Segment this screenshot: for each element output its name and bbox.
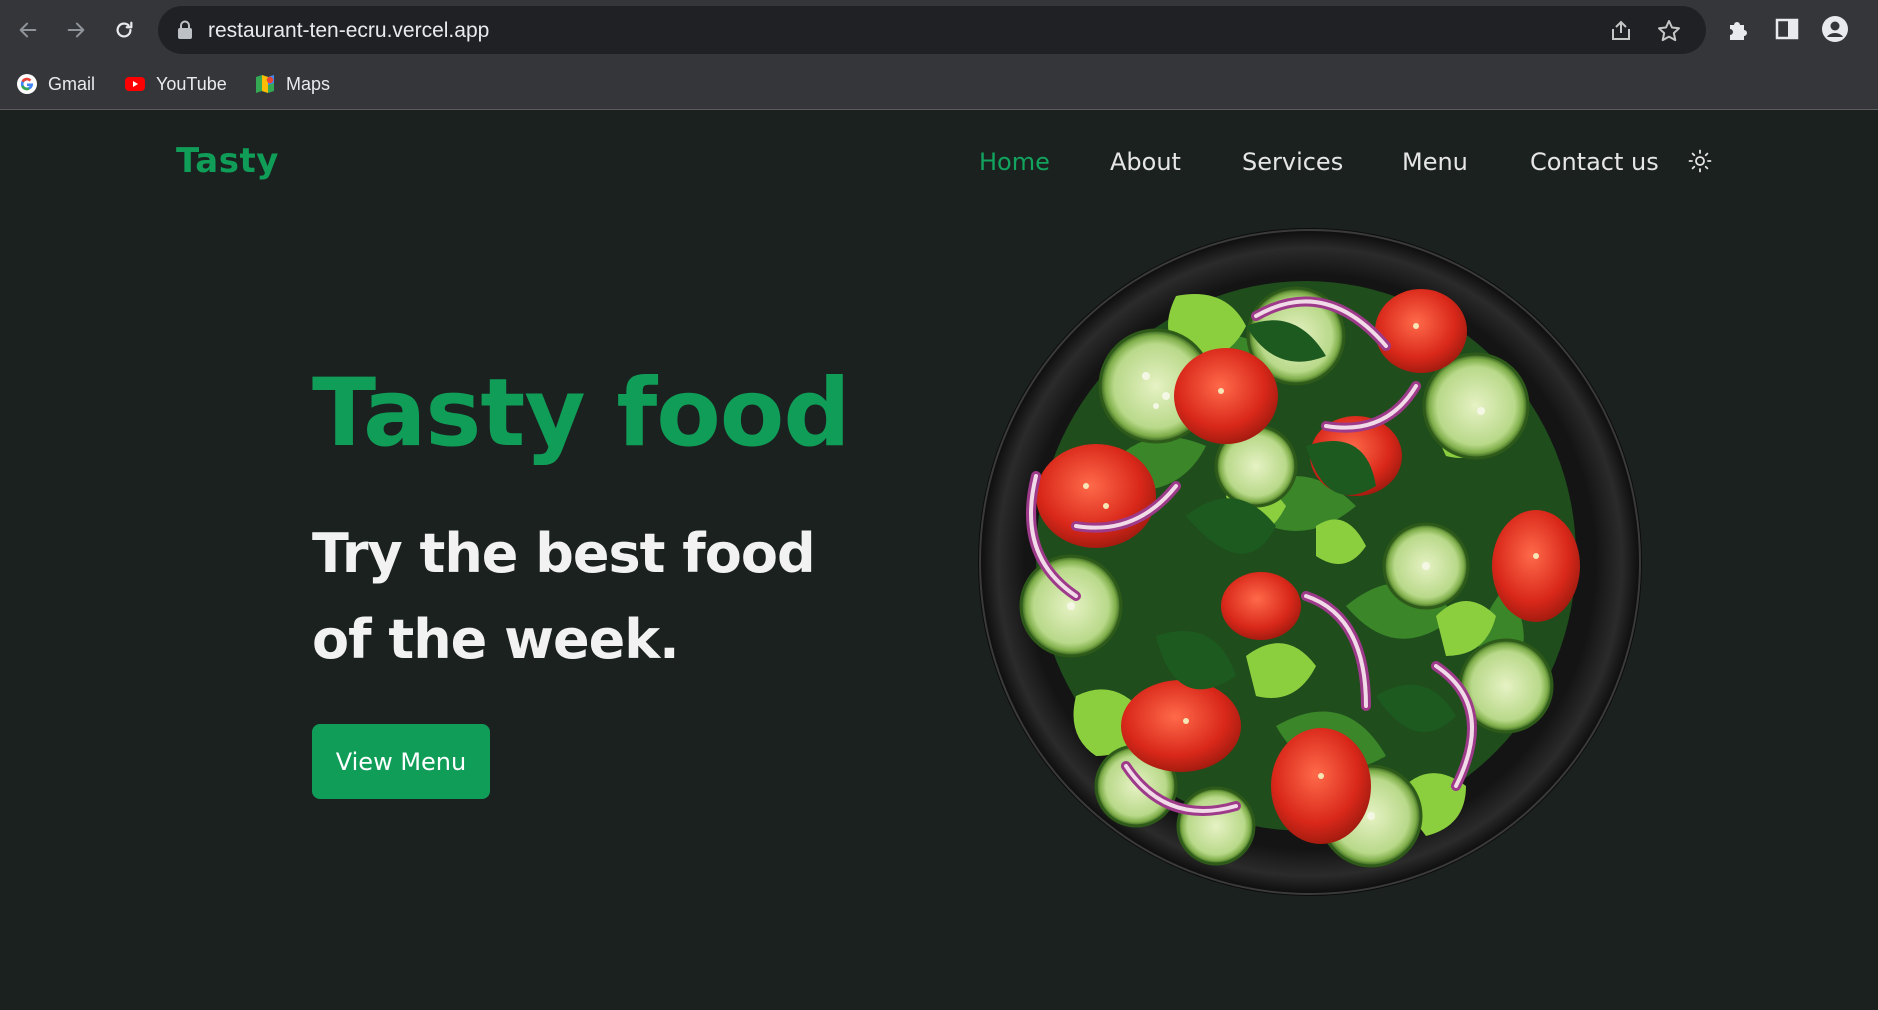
arrow-right-icon (67, 22, 85, 38)
profile-icon[interactable] (1820, 14, 1850, 44)
extensions-icon[interactable] (1724, 14, 1754, 44)
view-menu-button[interactable]: View Menu (312, 724, 490, 799)
bookmarks-bar: Gmail YouTube Maps (0, 64, 1878, 104)
browser-toolbar: restaurant-ten-ecru.vercel.app (0, 0, 1878, 60)
arrow-left-icon (19, 22, 37, 38)
forward-button[interactable] (58, 12, 94, 48)
nav-menu[interactable]: Menu (1402, 148, 1468, 176)
address-bar[interactable]: restaurant-ten-ecru.vercel.app (158, 6, 1706, 54)
reload-button[interactable] (106, 12, 142, 48)
bookmark-star-icon[interactable] (1656, 18, 1682, 44)
maps-icon (256, 75, 274, 93)
bookmark-gmail[interactable]: Gmail (16, 70, 95, 98)
hero-title: Tasty food (312, 359, 851, 468)
restaurant-page: Tasty Home About Services Menu Contact u… (0, 111, 1878, 1010)
bookmark-maps[interactable]: Maps (254, 70, 330, 98)
sun-icon[interactable] (1688, 149, 1712, 173)
address-bar-url[interactable]: restaurant-ten-ecru.vercel.app (208, 19, 489, 43)
hero-subtitle: Try the best food of the week. (312, 522, 816, 671)
google-icon (17, 74, 37, 94)
salad-bowl-image (978, 228, 1642, 896)
reload-icon (116, 21, 133, 38)
nav-about[interactable]: About (1110, 148, 1181, 176)
share-icon[interactable] (1608, 18, 1634, 44)
bookmark-label: Maps (286, 73, 331, 94)
youtube-icon (125, 77, 145, 91)
site-logo[interactable]: Tasty (176, 141, 279, 181)
bookmark-label: Gmail (48, 73, 96, 94)
lock-icon (178, 20, 192, 39)
nav-services[interactable]: Services (1242, 148, 1343, 176)
side-panel-icon[interactable] (1772, 14, 1802, 44)
bookmark-label: YouTube (156, 73, 227, 94)
browser-chrome: restaurant-ten-ecru.vercel.app Gmail You… (0, 0, 1878, 110)
nav-contact[interactable]: Contact us (1530, 148, 1659, 176)
nav-home[interactable]: Home (979, 148, 1050, 176)
bookmark-youtube[interactable]: YouTube (124, 70, 227, 98)
back-button[interactable] (10, 12, 46, 48)
